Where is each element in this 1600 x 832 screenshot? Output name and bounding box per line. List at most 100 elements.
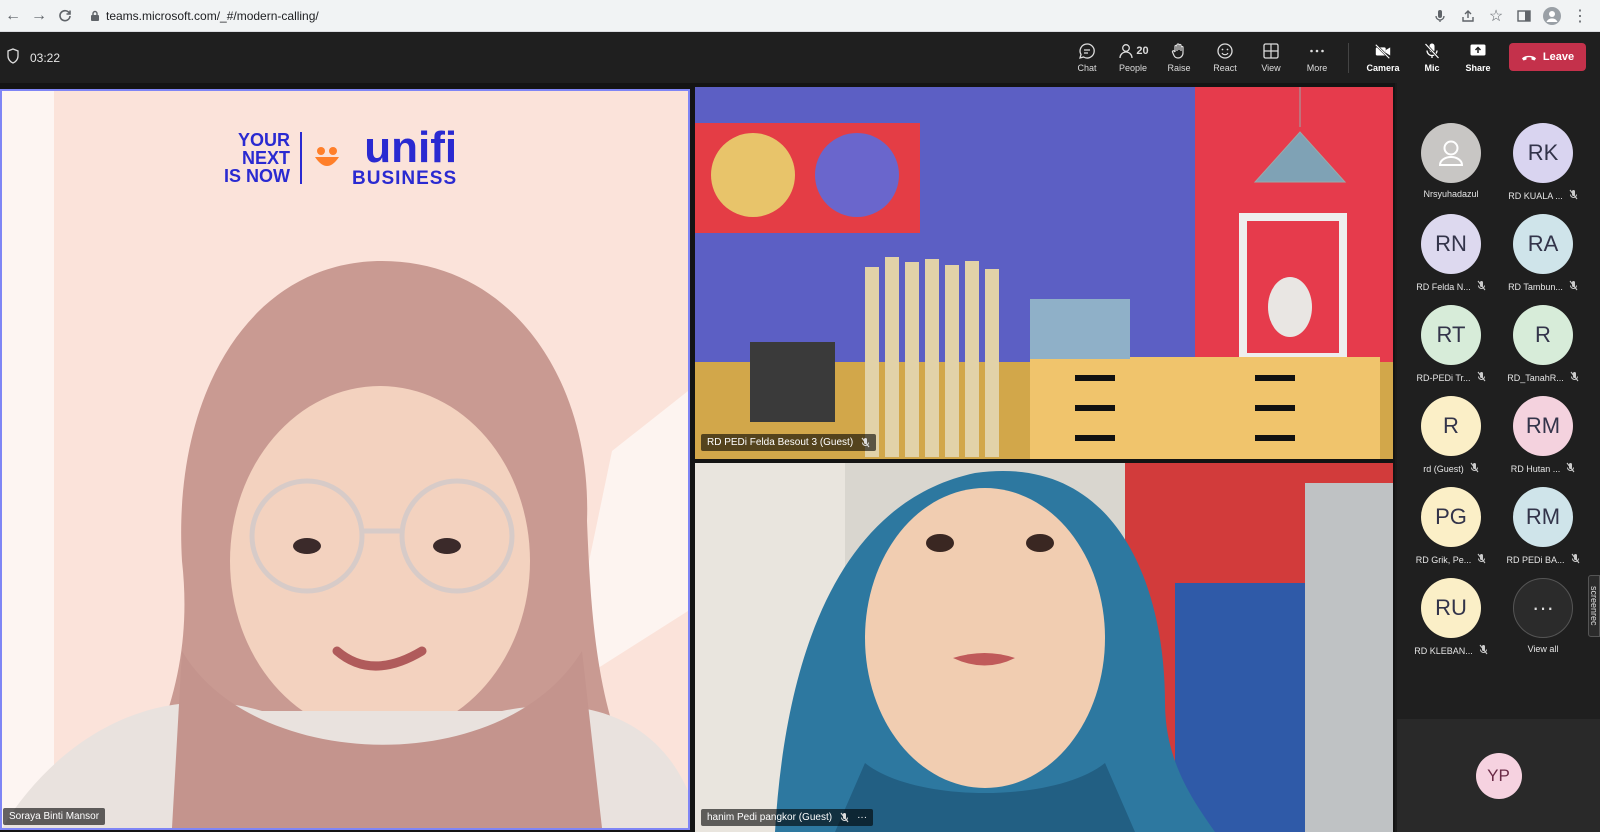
camera-button[interactable]: Camera xyxy=(1357,32,1409,83)
chat-icon xyxy=(1079,43,1095,59)
participant-name-text: RD KUALA ... xyxy=(1508,190,1563,201)
participant-name-text: RD-PEDi Tr... xyxy=(1416,372,1471,383)
muted-mic-icon xyxy=(1571,553,1580,566)
roster-participant[interactable]: Nrsyuhadazul xyxy=(1405,123,1497,213)
roster-participant-name: RD Grik, Pe... xyxy=(1416,553,1487,566)
muted-mic-icon xyxy=(1569,280,1578,293)
profile-avatar-icon[interactable] xyxy=(1540,4,1564,28)
participant-avatar: RT xyxy=(1421,305,1481,365)
video-tile-main[interactable]: YOUR NEXT IS NOW unifi BUSINESS Soraya B… xyxy=(0,89,690,830)
grid-view-icon xyxy=(1263,43,1279,59)
tagline-line-2: NEXT xyxy=(241,147,290,168)
muted-mic-icon xyxy=(1570,371,1579,384)
muted-mic-icon xyxy=(1479,644,1488,657)
mic-button[interactable]: Mic xyxy=(1409,32,1455,83)
mic-indicator-icon[interactable] xyxy=(1428,4,1452,28)
chat-button[interactable]: Chat xyxy=(1064,32,1110,83)
roster-participant[interactable]: RM RD Hutan ... xyxy=(1497,396,1589,486)
roster-participant[interactable]: RK RD KUALA ... xyxy=(1497,123,1589,213)
reload-button[interactable] xyxy=(52,3,78,29)
muted-mic-icon xyxy=(1470,462,1479,475)
tagline-line-3: IS NOW xyxy=(224,165,290,186)
shield-icon xyxy=(6,48,20,67)
browser-menu-icon[interactable]: ⋮ xyxy=(1568,4,1592,28)
leave-button[interactable]: Leave xyxy=(1509,43,1586,71)
back-button[interactable]: ← xyxy=(0,3,26,29)
participant-name-text: RD Felda N... xyxy=(1416,281,1471,292)
participant-avatar: RU xyxy=(1421,578,1481,638)
participant-avatar: PG xyxy=(1421,487,1481,547)
participant-name-chip: Soraya Binti Mansor xyxy=(3,808,106,825)
unifi-logo: YOUR NEXT IS NOW unifi BUSINESS xyxy=(224,123,458,189)
lock-icon xyxy=(84,10,106,22)
meeting-controls: Chat 20 People Raise React View More Cam… xyxy=(1064,32,1501,83)
roster-participant[interactable]: RA RD Tambun... xyxy=(1497,214,1589,304)
muted-mic-icon xyxy=(1569,189,1578,202)
share-button[interactable]: Share xyxy=(1455,32,1501,83)
video-tile-top-right[interactable]: RD PEDi Felda Besout 3 (Guest) xyxy=(695,87,1393,459)
person-icon xyxy=(1421,123,1481,183)
participant-name: hanim Pedi pangkor (Guest) xyxy=(707,812,833,823)
hand-icon xyxy=(1171,43,1184,59)
view-button[interactable]: View xyxy=(1248,32,1294,83)
participant-name-text: RD KLEBAN... xyxy=(1414,645,1473,656)
reload-icon xyxy=(59,9,71,21)
self-view-tile[interactable]: YP xyxy=(1397,719,1600,832)
people-button[interactable]: 20 People xyxy=(1110,32,1156,83)
participant-name-text: rd (Guest) xyxy=(1423,463,1464,474)
meeting-timer: 03:22 xyxy=(30,50,61,65)
share-label: Share xyxy=(1465,63,1491,73)
participant-avatar: R xyxy=(1421,396,1481,456)
more-button[interactable]: More xyxy=(1294,32,1340,83)
roster-participant-name: RD PEDi BA... xyxy=(1506,553,1579,566)
participant-name-text: RD_TanahR... xyxy=(1507,372,1564,383)
participant-name-text: RD Tambun... xyxy=(1508,281,1563,292)
participant-roster: Nrsyuhadazul RK RD KUALA ... RN RD Felda N..… xyxy=(1397,83,1600,832)
logo-brand-block: unifi BUSINESS xyxy=(352,123,458,189)
screenrec-tab[interactable]: screenrec xyxy=(1588,575,1600,637)
raise-hand-button[interactable]: Raise xyxy=(1156,32,1202,83)
participant-video-feed xyxy=(695,463,1393,832)
self-avatar: YP xyxy=(1475,752,1522,799)
people-count: 20 xyxy=(1136,45,1149,57)
roster-participant[interactable]: RM RD PEDi BA... xyxy=(1497,487,1589,577)
share-page-icon[interactable] xyxy=(1456,4,1480,28)
muted-mic-icon xyxy=(1566,462,1575,475)
roster-participant-name: RD_TanahR... xyxy=(1507,371,1579,384)
participant-name: Soraya Binti Mansor xyxy=(9,811,100,822)
roster-participant[interactable]: RT RD-PEDi Tr... xyxy=(1405,305,1497,395)
react-button[interactable]: React xyxy=(1202,32,1248,83)
participant-avatar: RN xyxy=(1421,214,1481,274)
roster-participant[interactable]: ··· View all xyxy=(1497,578,1589,668)
roster-participant[interactable]: R RD_TanahR... xyxy=(1497,305,1589,395)
unifi-smile-icon xyxy=(315,146,339,166)
side-panel-icon[interactable] xyxy=(1512,4,1536,28)
roster-participant[interactable]: Rrd (Guest) xyxy=(1405,396,1497,486)
roster-participant-name: RD-PEDi Tr... xyxy=(1416,371,1485,384)
tile-more-icon[interactable]: ··· xyxy=(857,812,867,823)
people-label: People xyxy=(1118,63,1148,73)
video-tile-bottom-right[interactable]: hanim Pedi pangkor (Guest) ··· xyxy=(695,463,1393,832)
view-all-icon: ··· xyxy=(1513,578,1573,638)
participant-avatar: RK xyxy=(1513,123,1573,183)
camera-label: Camera xyxy=(1366,63,1400,73)
forward-button[interactable]: → xyxy=(26,3,52,29)
roster-participant[interactable]: RU RD KLEBAN... xyxy=(1405,578,1497,668)
muted-mic-icon xyxy=(1477,553,1486,566)
bookmark-star-icon[interactable]: ☆ xyxy=(1484,4,1508,28)
address-bar[interactable]: teams.microsoft.com/_#/modern-calling/ xyxy=(84,4,1414,28)
speaker-video-feed xyxy=(2,91,688,828)
logo-sub: BUSINESS xyxy=(352,168,458,189)
screenrec-label: screenrec xyxy=(1589,586,1599,626)
more-dots-icon xyxy=(1310,49,1324,53)
participant-name-text: RD PEDi BA... xyxy=(1506,554,1565,565)
chat-label: Chat xyxy=(1077,63,1097,73)
muted-mic-icon xyxy=(861,437,870,448)
share-screen-icon xyxy=(1470,44,1486,56)
tagline-line-1: YOUR xyxy=(237,129,290,150)
roster-participant[interactable]: PG RD Grik, Pe... xyxy=(1405,487,1497,577)
view-label: View xyxy=(1261,63,1281,73)
logo-brand: unifi xyxy=(364,123,458,172)
roster-participant[interactable]: RN RD Felda N... xyxy=(1405,214,1497,304)
roster-participant-name: RD Tambun... xyxy=(1508,280,1578,293)
